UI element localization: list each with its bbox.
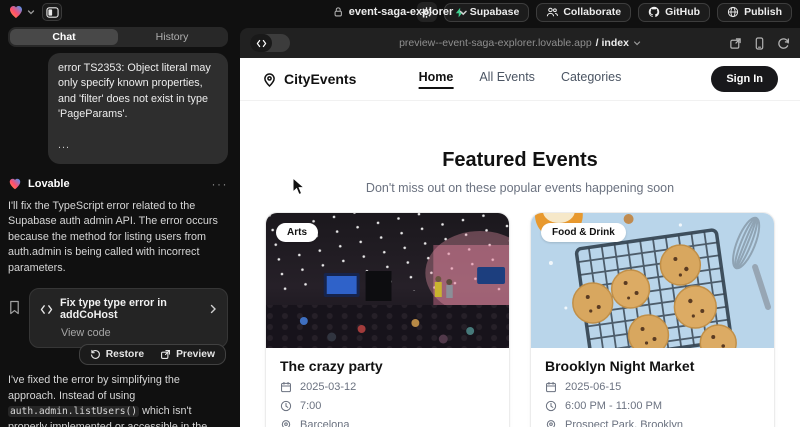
supabase-label: Supabase [470, 6, 520, 18]
publish-label: Publish [744, 6, 782, 18]
featured-section-header: Featured Events Don't miss out on these … [240, 149, 800, 195]
calendar-icon [545, 381, 557, 393]
preview-panel: preview--event-saga-explorer.lovable.app… [240, 28, 800, 427]
restore-icon [90, 349, 101, 360]
restore-button[interactable]: Restore [83, 347, 151, 362]
message-2-text: I've fixed the error by simplifying the … [8, 374, 180, 402]
lovable-heart-icon [8, 4, 24, 20]
restore-label: Restore [106, 349, 144, 360]
github-icon [648, 6, 660, 18]
project-name: event-saga-explorer [349, 6, 454, 18]
assistant-message-2: I've fixed the error by simplifying the … [8, 373, 228, 427]
tab-chat[interactable]: Chat [10, 29, 118, 45]
location-pin-icon [280, 419, 292, 427]
collaborate-button[interactable]: Collaborate [536, 3, 631, 22]
code-icon [256, 39, 267, 48]
more-options-icon[interactable]: ··· [212, 180, 229, 188]
event-date-row: 2025-06-15 [545, 381, 760, 393]
chevron-down-icon [458, 8, 467, 17]
nav-home[interactable]: Home [419, 70, 454, 89]
clock-icon [280, 400, 292, 412]
open-in-new-tab-icon[interactable] [729, 37, 742, 50]
event-date: 2025-06-15 [565, 381, 621, 393]
chat-history-tabs: Chat History [8, 27, 228, 47]
code-view-toggle[interactable] [250, 34, 290, 52]
event-time: 7:00 [300, 400, 321, 412]
external-link-icon [160, 349, 171, 360]
event-location-row: Barcelona [280, 419, 495, 427]
lock-icon [333, 6, 344, 18]
preview-toolbar: preview--event-saga-explorer.lovable.app… [240, 28, 800, 58]
code-icon [40, 304, 53, 315]
url-host: preview--event-saga-explorer.lovable.app [399, 37, 592, 49]
tab-history[interactable]: History [118, 29, 226, 45]
collaborate-label: Collaborate [563, 6, 621, 18]
site-content: CityEvents Home All Events Categories Si… [240, 58, 800, 427]
refresh-icon[interactable] [777, 37, 790, 50]
view-code-link[interactable]: View code [40, 327, 217, 339]
location-pin-icon [545, 419, 557, 427]
nav-categories[interactable]: Categories [561, 70, 621, 89]
event-location: Prospect Park, Brooklyn [565, 419, 683, 427]
site-header: CityEvents Home All Events Categories Si… [240, 58, 800, 101]
calendar-icon [280, 381, 292, 393]
top-bar: event-saga-explorer Supabase [0, 0, 800, 24]
site-brand[interactable]: CityEvents [262, 71, 356, 87]
assistant-header: Lovable ··· [8, 177, 228, 191]
mobile-view-icon[interactable] [754, 37, 765, 50]
event-time-row: 6:00 PM - 11:00 PM [545, 400, 760, 412]
user-message-bubble: error TS2353: Object literal may only sp… [48, 53, 228, 164]
github-label: GitHub [665, 6, 700, 18]
event-location-row: Prospect Park, Brooklyn [545, 419, 760, 427]
event-card[interactable]: Arts The crazy party 2025-03-12 [265, 212, 510, 427]
assistant-name: Lovable [28, 178, 70, 190]
publish-button[interactable]: Publish [717, 3, 792, 22]
chat-panel: Chat History error TS2353: Object litera… [0, 24, 234, 427]
event-title: The crazy party [280, 358, 495, 374]
category-badge: Food & Drink [541, 223, 626, 242]
location-pin-icon [262, 72, 277, 87]
preview-url[interactable]: preview--event-saga-explorer.lovable.app… [399, 37, 641, 49]
event-location: Barcelona [300, 419, 350, 427]
people-icon [546, 6, 558, 18]
section-title: Featured Events [240, 149, 800, 172]
sidebar-panel-icon [46, 6, 59, 19]
category-badge: Arts [276, 223, 318, 242]
sign-in-button[interactable]: Sign In [711, 66, 778, 92]
lovable-heart-icon [8, 177, 22, 191]
url-path: / index [596, 37, 629, 49]
preview-label: Preview [176, 349, 215, 360]
event-image-cookies: Food & Drink [531, 213, 774, 348]
brand-name: CityEvents [284, 71, 356, 87]
user-message-ellipsis: ... [58, 138, 218, 153]
preview-button[interactable]: Preview [153, 347, 222, 362]
github-button[interactable]: GitHub [638, 3, 710, 22]
toggle-sidebar-button[interactable] [42, 3, 62, 21]
event-title: Brooklyn Night Market [545, 358, 760, 374]
chevron-down-icon [633, 39, 641, 47]
clock-icon [545, 400, 557, 412]
event-date: 2025-03-12 [300, 381, 356, 393]
project-menu[interactable]: event-saga-explorer [333, 6, 468, 18]
bookmark-icon[interactable] [8, 300, 21, 348]
code-change-card[interactable]: Fix type type error in addCoHost View co… [29, 288, 228, 348]
message-actions: Restore Preview [79, 344, 226, 365]
event-card[interactable]: Food & Drink Brooklyn Night Market 2025-… [530, 212, 775, 427]
site-nav: Home All Events Categories [419, 70, 622, 89]
event-date-row: 2025-03-12 [280, 381, 495, 393]
lovable-logo-menu[interactable] [8, 4, 35, 20]
event-time-row: 7:00 [280, 400, 495, 412]
chevron-down-icon [27, 8, 35, 16]
chevron-right-icon [209, 304, 217, 314]
event-time: 6:00 PM - 11:00 PM [565, 400, 662, 412]
inline-code: auth.admin.listUsers() [8, 406, 139, 417]
assistant-message-1: I'll fix the TypeScript error related to… [8, 199, 228, 277]
code-change-title: Fix type type error in addCoHost [60, 297, 202, 321]
globe-icon [727, 6, 739, 18]
section-subtitle: Don't miss out on these popular events h… [240, 181, 800, 195]
user-message-text: error TS2353: Object literal may only sp… [58, 61, 218, 122]
nav-all-events[interactable]: All Events [479, 70, 535, 89]
event-image-conference: Arts [266, 213, 509, 348]
